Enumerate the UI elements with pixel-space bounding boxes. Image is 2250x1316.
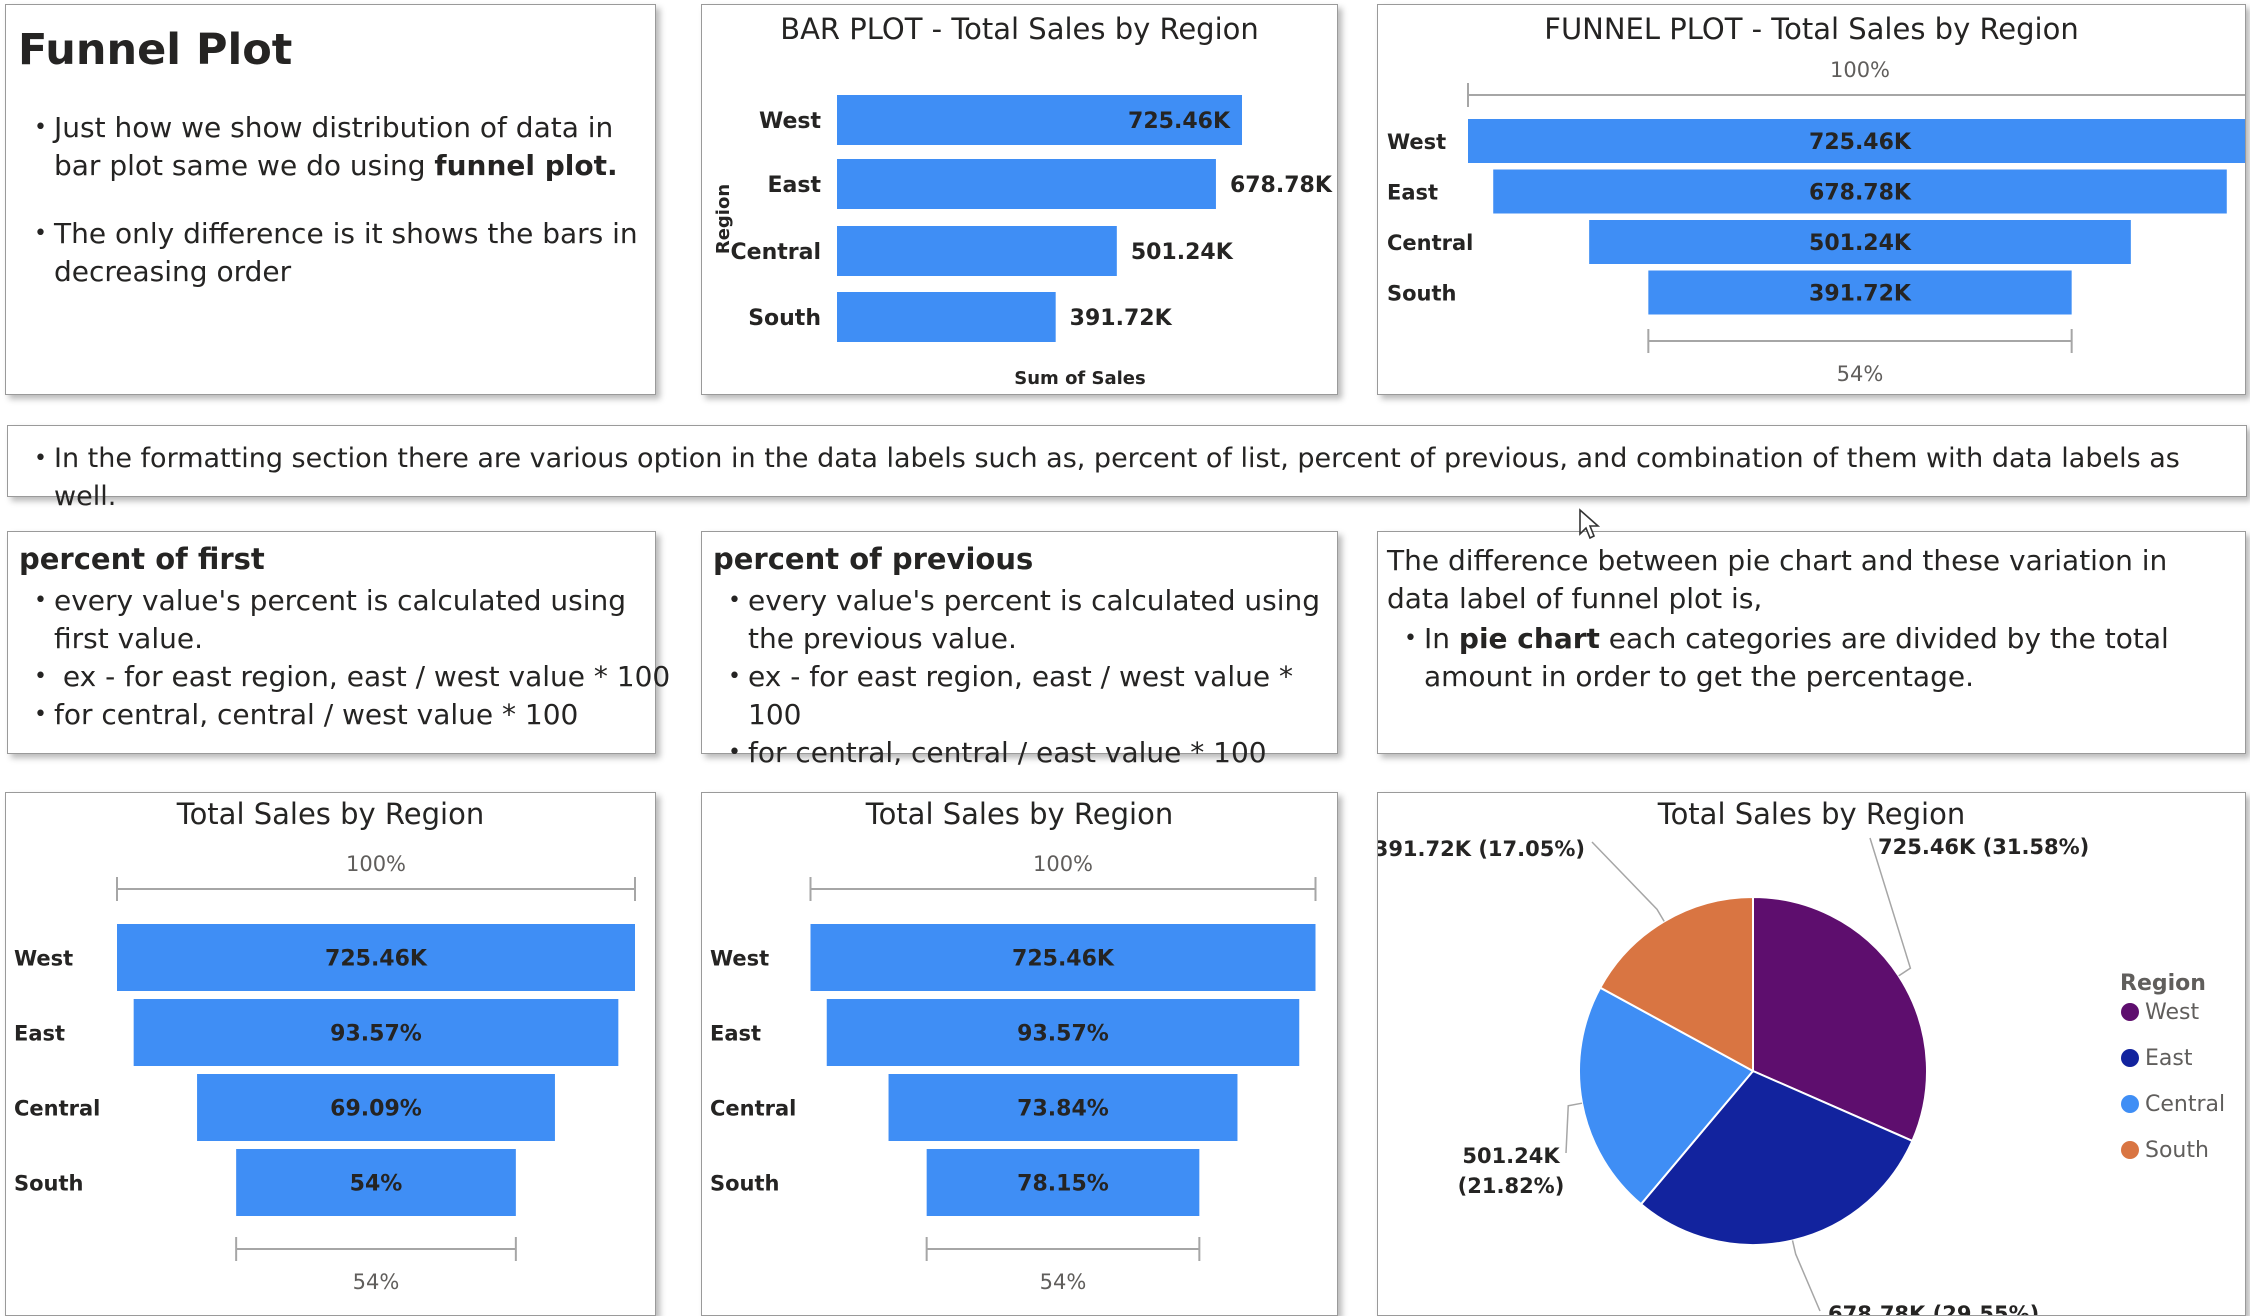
bar-category-label: Central bbox=[731, 240, 821, 265]
pie-note-card: The difference between pie chart and the… bbox=[1377, 531, 2246, 754]
pie-legend-marker-east bbox=[2121, 1049, 2139, 1067]
intro-card: Funnel Plot Just how we show distributio… bbox=[5, 4, 656, 395]
funnel-top-percent-label: 100% bbox=[1830, 58, 1890, 82]
pie-data-label-line: (21.82%) bbox=[1458, 1174, 1565, 1198]
funnel-data-label: 93.57% bbox=[330, 1022, 422, 1047]
intro-bullet: Just how we show distribution of data in… bbox=[34, 109, 644, 185]
funnel-data-label: 725.46K bbox=[325, 947, 428, 972]
funnel-data-label: 73.84% bbox=[1017, 1097, 1109, 1122]
funnel-percent-previous-svg: 100% 725.46K West 93.57% East 73.84% Central 78… bbox=[710, 852, 1317, 1294]
bar-plot-card[interactable]: BAR PLOT - Total Sales by Region West 725… bbox=[701, 4, 1338, 395]
percent-previous-bullet: every value's percent is calculated usin… bbox=[728, 582, 1328, 658]
bar-data-label: 501.24K bbox=[1131, 240, 1234, 265]
pie-data-label: 725.46K (31.58%) bbox=[1878, 835, 2089, 859]
bar-plot-svg: West 725.46K East 678.78K Central 501.24K Sout… bbox=[713, 95, 1333, 389]
funnel-category-label: South bbox=[14, 1172, 84, 1196]
bar-east bbox=[837, 159, 1216, 209]
funnel-category-label: East bbox=[1387, 181, 1438, 205]
pie-legend-label: Central bbox=[2145, 1092, 2225, 1117]
funnel-data-label: 725.46K bbox=[1809, 130, 1912, 155]
funnel-bottom-percent-label: 54% bbox=[1040, 1270, 1087, 1294]
pie-note-bullet: In pie chart each categories are divided… bbox=[1404, 620, 2239, 696]
pie-data-label: 678.78K (29.55%) bbox=[1828, 1302, 2039, 1315]
pie-data-label-line: 501.24K bbox=[1462, 1144, 1560, 1168]
funnel-percent-previous-card[interactable]: Total Sales by Region 100% 725.46K West 93.… bbox=[701, 792, 1338, 1316]
percent-previous-card: percent of previous every value's percen… bbox=[701, 531, 1338, 772]
pie-legend-marker-central bbox=[2121, 1095, 2139, 1113]
percent-previous-bullet: for central, central / east value * 100 bbox=[728, 734, 1328, 772]
funnel-data-label: 678.78K bbox=[1809, 181, 1912, 206]
funnel-top-percent-label: 100% bbox=[1033, 852, 1093, 876]
percent-first-bullet: ex - for east region, east / west value … bbox=[34, 658, 670, 696]
funnel-data-label: 54% bbox=[350, 1172, 403, 1197]
funnel-data-label: 69.09% bbox=[330, 1097, 422, 1122]
pie-chart-card[interactable]: Total Sales by Region 725.46K (31.58%) 67… bbox=[1377, 792, 2246, 1316]
intro-bullets: Just how we show distribution of data in… bbox=[34, 109, 644, 291]
funnel-top-percent-label: 100% bbox=[346, 852, 406, 876]
bar-category-label: East bbox=[768, 173, 822, 198]
formatting-note-text: In the formatting section there are vari… bbox=[34, 440, 2234, 516]
pie-leader-line bbox=[1565, 1102, 1583, 1154]
pie-legend-label: East bbox=[2145, 1046, 2193, 1071]
funnel-bottom-percent-label: 54% bbox=[1837, 362, 1884, 386]
pie-legend-label: South bbox=[2145, 1138, 2209, 1163]
pie-data-label: 501.24K (21.82%) bbox=[1458, 1144, 1565, 1198]
bar-central bbox=[837, 226, 1117, 276]
funnel-data-label: 391.72K bbox=[1809, 282, 1912, 307]
funnel-category-label: West bbox=[14, 947, 73, 971]
pie-note-intro: The difference between pie chart and the… bbox=[1387, 544, 2168, 615]
bar-x-axis-title: Sum of Sales bbox=[1014, 368, 1145, 389]
pie-leader-line bbox=[1791, 1240, 1821, 1312]
funnel-category-label: East bbox=[710, 1022, 761, 1046]
funnel-category-label: West bbox=[710, 947, 769, 971]
percent-first-bullet: every value's percent is calculated usin… bbox=[34, 582, 644, 658]
funnel-plot-card[interactable]: FUNNEL PLOT - Total Sales by Region 100%… bbox=[1377, 4, 2246, 395]
intro-bullet: The only difference is it shows the bars… bbox=[34, 215, 644, 291]
bar-south bbox=[837, 292, 1056, 342]
pie-legend-marker-south bbox=[2121, 1141, 2139, 1159]
percent-previous-bullet: ex - for east region, east / west value … bbox=[728, 658, 1328, 734]
pie-data-label: 391.72K (17.05%) bbox=[1378, 837, 1585, 861]
funnel-category-label: Central bbox=[14, 1097, 100, 1121]
percent-first-heading: percent of first bbox=[19, 542, 265, 576]
funnel-data-label: 725.46K bbox=[1012, 947, 1115, 972]
mouse-cursor-icon bbox=[1579, 508, 1601, 540]
funnel-data-label: 78.15% bbox=[1017, 1172, 1109, 1197]
funnel-category-label: East bbox=[14, 1022, 65, 1046]
formatting-note-card: In the formatting section there are vari… bbox=[7, 425, 2247, 512]
pie-legend-label: West bbox=[2145, 1000, 2199, 1025]
funnel-category-label: South bbox=[1387, 282, 1457, 306]
bar-category-label: West bbox=[759, 109, 821, 134]
pie-legend-marker-west bbox=[2121, 1003, 2139, 1021]
funnel-category-label: Central bbox=[710, 1097, 796, 1121]
pie-chart-svg: 725.46K (31.58%) 678.78K (29.55%) 501.24K (… bbox=[1378, 835, 2225, 1315]
funnel-plot-svg: 100% 725.46K West 678.78K East 501.24K Central… bbox=[1387, 58, 2245, 386]
percent-first-bullet: for central, central / west value * 100 bbox=[34, 696, 644, 734]
bar-data-label: 678.78K bbox=[1230, 173, 1333, 198]
funnel-category-label: West bbox=[1387, 130, 1446, 154]
funnel-data-label: 93.57% bbox=[1017, 1022, 1109, 1047]
funnel-data-label: 501.24K bbox=[1809, 231, 1912, 256]
funnel-percent-first-svg: 100% 725.46K West 93.57% East 69.09% Central 54… bbox=[14, 852, 636, 1294]
pie-legend-title: Region bbox=[2120, 971, 2206, 996]
bar-category-label: South bbox=[748, 306, 821, 331]
bar-y-axis-title: Region bbox=[713, 184, 734, 254]
percent-first-card: percent of first every value's percent i… bbox=[7, 531, 670, 754]
funnel-percent-first-card[interactable]: Total Sales by Region 100% 725.46K West 93.… bbox=[5, 792, 656, 1316]
bar-data-label: 391.72K bbox=[1070, 306, 1173, 331]
funnel-category-label: Central bbox=[1387, 231, 1473, 255]
funnel-category-label: South bbox=[710, 1172, 780, 1196]
page-title: Funnel Plot bbox=[18, 25, 293, 75]
pie-leader-line bbox=[1591, 841, 1665, 922]
bar-data-label: 725.46K bbox=[1128, 109, 1231, 134]
funnel-bottom-percent-label: 54% bbox=[353, 1270, 400, 1294]
percent-previous-heading: percent of previous bbox=[713, 542, 1034, 576]
